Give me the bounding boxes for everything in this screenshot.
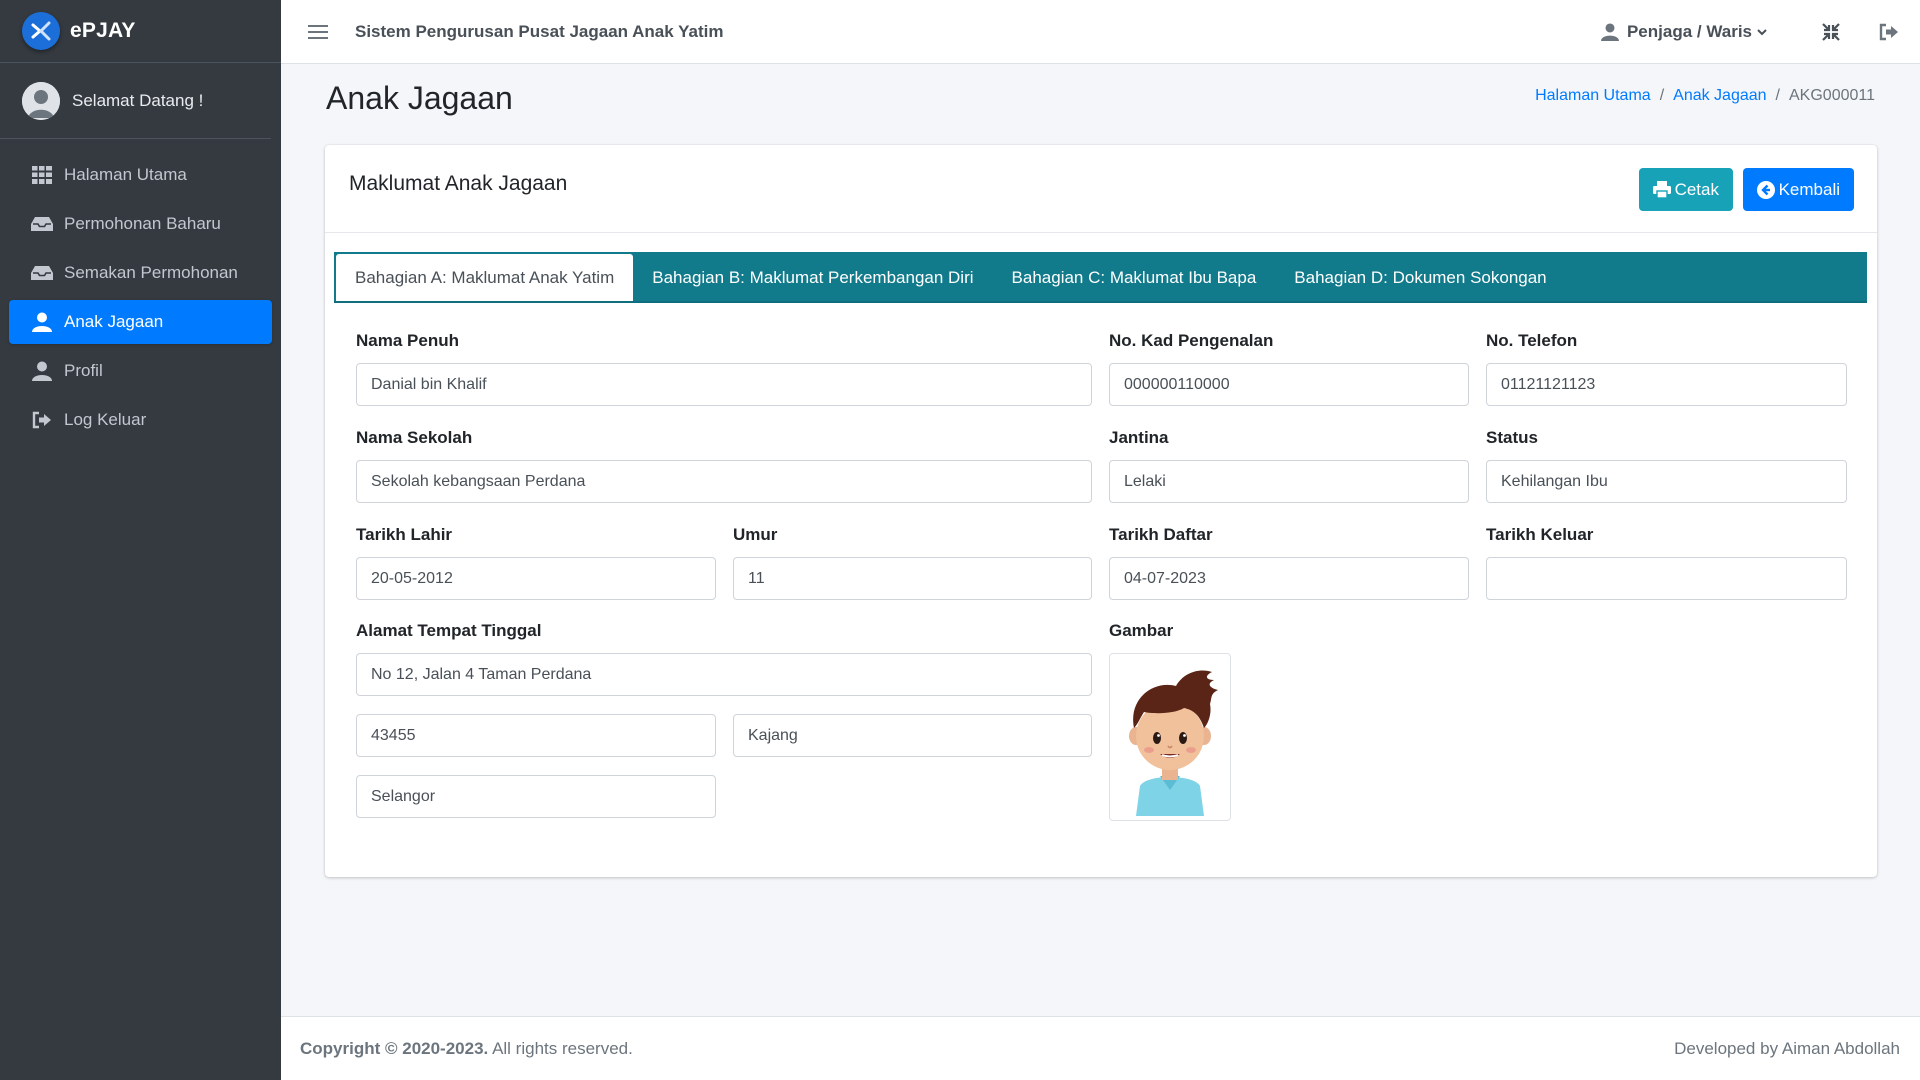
bandar-field[interactable]: Kajang	[733, 714, 1092, 757]
child-photo	[1109, 653, 1231, 821]
breadcrumb-separator: /	[1775, 87, 1780, 104]
tarikh-daftar-label: Tarikh Daftar	[1109, 525, 1213, 544]
user-role-label: Penjaga / Waris	[1626, 22, 1752, 41]
back-button[interactable]: Kembali	[1742, 168, 1854, 211]
arrow-circle-left-icon	[1756, 180, 1775, 199]
no-telefon-field[interactable]: 01121121123	[1486, 363, 1847, 406]
user-panel: Selamat Datang !	[0, 63, 271, 139]
sign-out-icon[interactable]	[1878, 21, 1900, 43]
tab-bahagian-c[interactable]: Bahagian C: Maklumat Ibu Bapa	[993, 255, 1276, 301]
tab-bahagian-b[interactable]: Bahagian B: Maklumat Perkembangan Diri	[633, 255, 992, 301]
nama-penuh-field[interactable]: Danial bin Khalif	[356, 363, 1092, 406]
user-menu-dropdown[interactable]: Penjaga / Waris	[1600, 22, 1768, 42]
alamat-label: Alamat Tempat Tinggal	[356, 621, 542, 640]
sidebar-item-label: Anak Jagaan	[64, 312, 164, 331]
sign-out-icon	[31, 409, 53, 431]
sidebar-item-label: Log Keluar	[64, 410, 147, 429]
sidebar-nav: Halaman Utama Permohonan Baharu Semakan …	[0, 139, 281, 442]
inbox-icon	[31, 213, 53, 235]
print-button[interactable]: Cetak	[1638, 168, 1733, 211]
tab-bahagian-a[interactable]: Bahagian A: Maklumat Anak Yatim	[336, 254, 634, 301]
nama-sekolah-field[interactable]: Sekolah kebangsaan Perdana	[356, 460, 1092, 503]
sidebar-item-semakan-permohonan[interactable]: Semakan Permohonan	[9, 251, 272, 295]
brand-name: ePJAY	[70, 19, 136, 42]
breadcrumb: Halaman Utama / Anak Jagaan / AKG000011	[1535, 87, 1875, 105]
menu-toggle-icon[interactable]	[308, 21, 328, 43]
user-icon	[31, 360, 53, 382]
alamat-line1-field[interactable]: No 12, Jalan 4 Taman Perdana	[356, 653, 1092, 696]
breadcrumb-anak-jagaan-link[interactable]: Anak Jagaan	[1673, 87, 1766, 105]
copyright-years: Copyright © 2020-2023.	[300, 1038, 489, 1058]
sidebar-item-label: Semakan Permohonan	[64, 263, 238, 282]
grid-icon	[31, 164, 53, 186]
card-header: Maklumat Anak Jagaan Cetak Kembali	[325, 145, 1877, 233]
sidebar-item-log-keluar[interactable]: Log Keluar	[9, 398, 272, 442]
section-tabs: Bahagian A: Maklumat Anak Yatim Bahagian…	[334, 252, 1867, 303]
tarikh-keluar-label: Tarikh Keluar	[1486, 525, 1594, 544]
developer-credit: Developed by Aiman Abdollah	[1674, 1038, 1900, 1058]
inbox-icon	[31, 262, 53, 284]
sidebar-item-profil[interactable]: Profil	[9, 349, 272, 393]
compress-icon[interactable]	[1820, 21, 1842, 43]
jantina-label: Jantina	[1109, 428, 1169, 447]
detail-card: Maklumat Anak Jagaan Cetak Kembali Bahag…	[325, 145, 1877, 877]
no-telefon-label: No. Telefon	[1486, 331, 1578, 350]
status-field[interactable]: Kehilangan Ibu	[1486, 460, 1847, 503]
jantina-field[interactable]: Lelaki	[1109, 460, 1469, 503]
sidebar-item-label: Permohonan Baharu	[64, 214, 221, 233]
copyright: Copyright © 2020-2023. All rights reserv…	[300, 1039, 633, 1059]
umur-field[interactable]: 11	[733, 557, 1092, 600]
tarikh-keluar-field[interactable]	[1486, 557, 1847, 600]
top-navbar: Sistem Pengurusan Pusat Jagaan Anak Yati…	[281, 0, 1920, 64]
poskod-field[interactable]: 43455	[356, 714, 716, 757]
brand-logo-icon	[22, 12, 60, 50]
footer: Copyright © 2020-2023. All rights reserv…	[281, 1016, 1920, 1080]
sidebar-item-label: Profil	[64, 361, 103, 380]
sidebar-item-label: Halaman Utama	[64, 165, 187, 184]
negeri-field[interactable]: Selangor	[356, 775, 716, 818]
brand-link[interactable]: ePJAY	[0, 0, 281, 63]
status-label: Status	[1486, 428, 1538, 447]
breadcrumb-current: AKG000011	[1789, 87, 1875, 104]
no-kad-pengenalan-label: No. Kad Pengenalan	[1109, 331, 1274, 350]
print-button-label: Cetak	[1674, 179, 1719, 199]
back-button-label: Kembali	[1778, 179, 1840, 199]
sidebar-item-halaman-utama[interactable]: Halaman Utama	[9, 153, 272, 197]
card-title: Maklumat Anak Jagaan	[349, 172, 568, 195]
breadcrumb-separator: /	[1659, 87, 1665, 104]
sidebar-item-permohonan-baharu[interactable]: Permohonan Baharu	[9, 202, 272, 246]
nama-sekolah-label: Nama Sekolah	[356, 428, 473, 447]
sidebar: ePJAY Selamat Datang ! Halaman Utama Per…	[0, 0, 281, 1080]
chevron-down-icon	[1757, 29, 1767, 36]
copyright-rights: All rights reserved.	[492, 1038, 633, 1058]
tarikh-lahir-label: Tarikh Lahir	[356, 525, 453, 544]
umur-label: Umur	[733, 525, 778, 544]
navbar-right: Penjaga / Waris	[1600, 0, 1900, 64]
print-icon	[1652, 181, 1671, 198]
user-icon	[31, 311, 53, 333]
page-title: Anak Jagaan	[326, 80, 513, 116]
system-title: Sistem Pengurusan Pusat Jagaan Anak Yati…	[355, 21, 724, 41]
breadcrumb-home-link[interactable]: Halaman Utama	[1535, 87, 1651, 105]
tarikh-lahir-field[interactable]: 20-05-2012	[356, 557, 716, 600]
tarikh-daftar-field[interactable]: 04-07-2023	[1109, 557, 1469, 600]
avatar	[22, 81, 60, 120]
welcome-text: Selamat Datang !	[72, 90, 204, 110]
user-icon	[1600, 23, 1619, 41]
sidebar-item-anak-jagaan[interactable]: Anak Jagaan	[9, 300, 272, 344]
child-avatar-image	[1129, 670, 1218, 816]
nama-penuh-label: Nama Penuh	[356, 331, 459, 350]
no-kad-pengenalan-field[interactable]: 000000110000	[1109, 363, 1469, 406]
tab-bahagian-d[interactable]: Bahagian D: Dokumen Sokongan	[1275, 255, 1565, 301]
gambar-label: Gambar	[1109, 621, 1174, 640]
